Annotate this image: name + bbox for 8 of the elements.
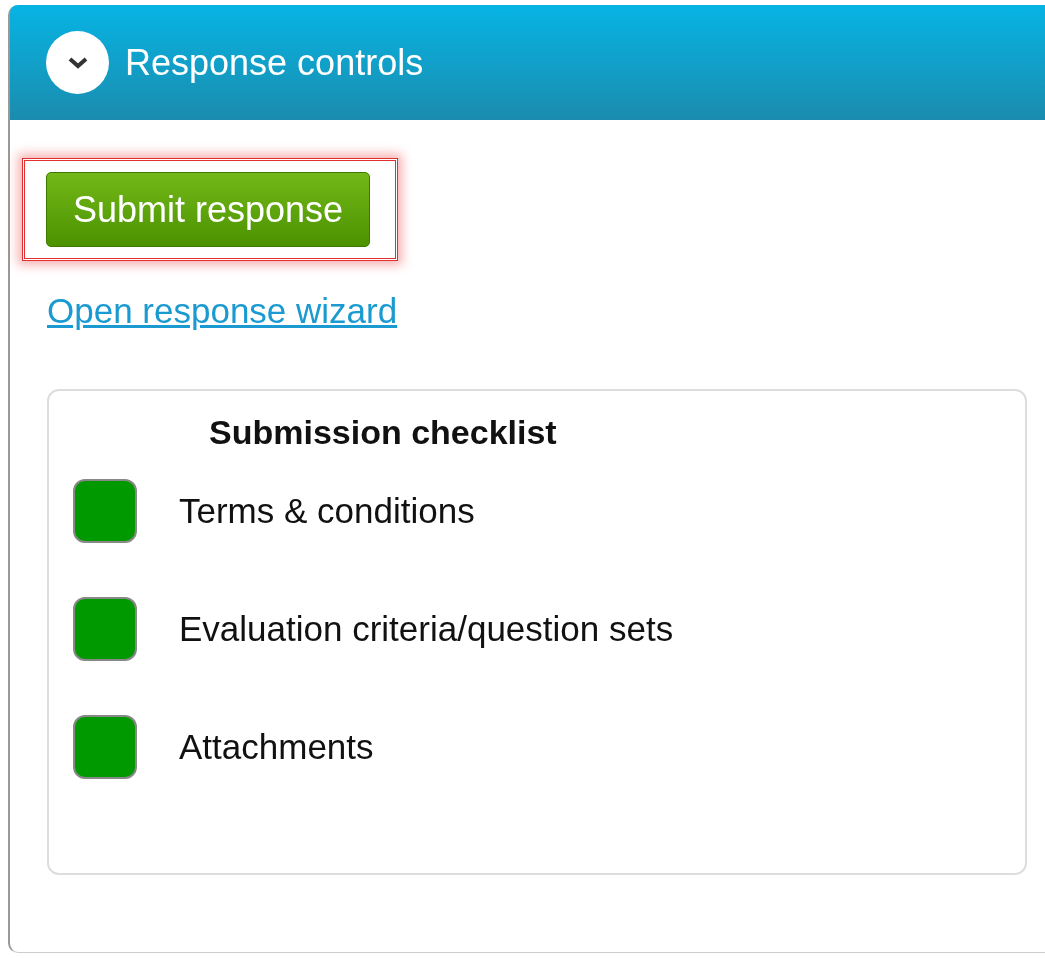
checklist-item: Attachments [179, 727, 374, 767]
wizard-link[interactable]: Open response wizard [47, 291, 398, 331]
submit-button[interactable]: Submit response [46, 172, 371, 247]
panel-title: Response controls [125, 41, 424, 84]
chevron-icon [66, 55, 89, 70]
checklist-item: Terms & conditions [179, 491, 475, 531]
checklist-item: Evaluation criteria/question sets [179, 609, 674, 649]
checklist-title: Submission checklist [209, 413, 558, 452]
